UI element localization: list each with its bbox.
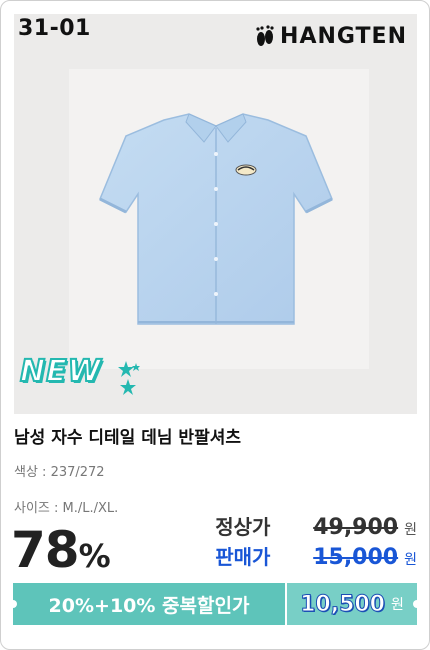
star-icon (118, 361, 140, 395)
regular-price-row: 정상가 49,900 원 (215, 511, 417, 540)
discount-rate: 78% (11, 521, 111, 579)
promo-dot-right (413, 600, 421, 608)
regular-price-value: 49,900 (313, 515, 399, 540)
sale-price-unit: 원 (404, 552, 417, 568)
brand-name: HANGTEN (280, 24, 407, 49)
sale-price-label: 판매가 (215, 545, 271, 569)
color-info: 색상 : 237/272 (14, 465, 105, 480)
new-badge: NEW (19, 353, 102, 390)
sale-price-value: 15,000 (313, 545, 399, 570)
product-title[interactable]: 남성 자수 디테일 데님 반팔셔츠 (14, 423, 241, 448)
brand-logo: HANGTEN (254, 24, 407, 49)
product-image[interactable]: 31-01 HANGTEN NEW (14, 14, 417, 414)
product-card[interactable]: 31-01 HANGTEN NEW 남성 자수 디테일 데님 반팔셔츠 색상 :… (0, 0, 430, 650)
promo-price: 10,500 (300, 591, 386, 617)
regular-price-unit: 원 (404, 522, 417, 538)
sale-price-row: 판매가 15,000 원 (215, 541, 417, 570)
foot-logo-icon (256, 24, 274, 46)
promo-price-unit: 원 (391, 597, 404, 613)
size-info: 사이즈 : M./L./XL. (14, 501, 119, 516)
promo-price-box: 10,500 원 (287, 583, 421, 625)
promo-dot-left (9, 600, 17, 608)
regular-price-label: 정상가 (215, 515, 271, 539)
discount-percent-sign: % (78, 537, 111, 575)
promo-text: 20%+10% 중복할인가 (48, 594, 250, 617)
promo-banner[interactable]: 20%+10% 중복할인가 10,500 원 (9, 583, 421, 625)
promo-label: 20%+10% 중복할인가 (9, 583, 285, 625)
discount-number: 78 (11, 521, 80, 579)
product-code: 31-01 (18, 16, 91, 41)
